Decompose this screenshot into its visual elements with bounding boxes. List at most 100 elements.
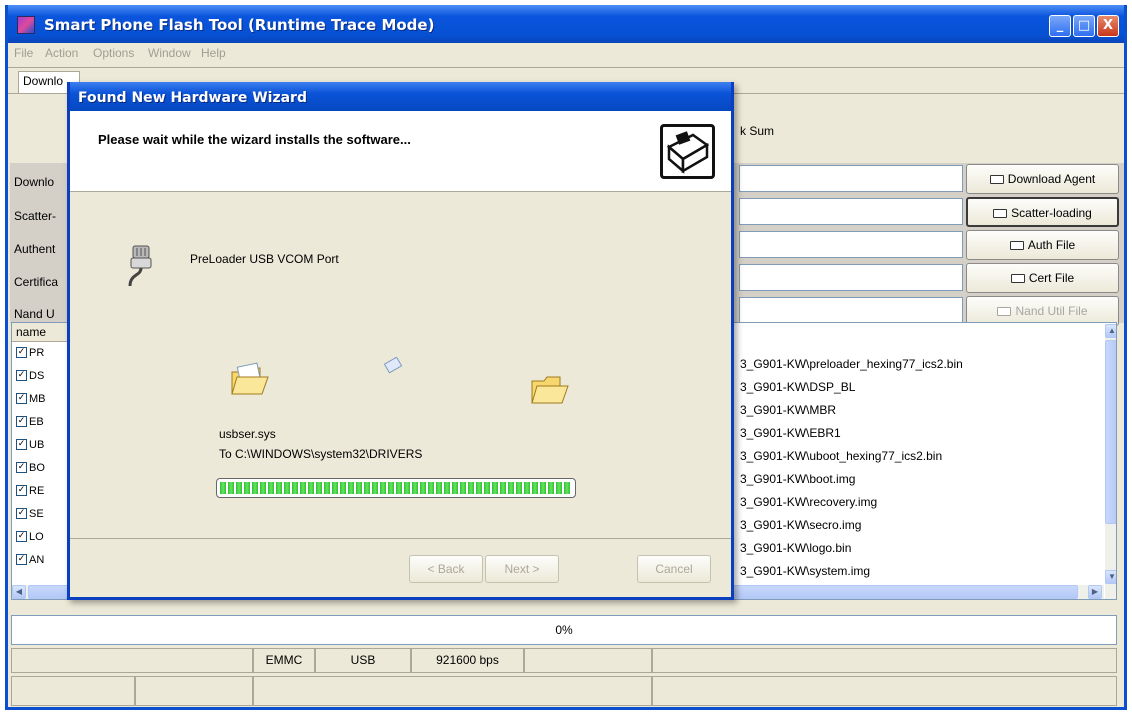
download-agent-field[interactable] xyxy=(739,165,963,192)
next-button[interactable]: Next > xyxy=(485,555,559,583)
title-bar[interactable]: Smart Phone Flash Tool (Runtime Trace Mo… xyxy=(8,5,1124,43)
file-path-row[interactable]: 3_G901-KW\DSP_BL xyxy=(740,380,855,394)
download-agent-label: Downlo xyxy=(14,175,55,189)
status-cell xyxy=(135,676,253,706)
folder-source-icon xyxy=(230,362,270,401)
scroll-thumb[interactable] xyxy=(1105,340,1116,524)
list-item[interactable]: ✓ SE xyxy=(12,508,72,526)
folder-icon xyxy=(997,307,1012,316)
back-button[interactable]: < Back xyxy=(409,555,483,583)
scatter-label: Scatter- xyxy=(14,209,57,223)
menu-action[interactable]: Action xyxy=(45,46,78,60)
status-cell xyxy=(11,648,253,673)
flying-paper-icon xyxy=(382,356,404,378)
file-path-row[interactable]: 3_G901-KW\uboot_hexing77_ics2.bin xyxy=(740,449,942,463)
checkbox[interactable]: ✓ xyxy=(16,416,27,427)
minimize-button[interactable]: _ xyxy=(1049,15,1071,37)
checkbox[interactable]: ✓ xyxy=(16,462,27,473)
app-icon xyxy=(17,16,35,34)
file-path-row[interactable]: 3_G901-KW\preloader_hexing77_ics2.bin xyxy=(740,357,963,371)
list-item[interactable]: ✓ EB xyxy=(12,416,72,434)
folder-destination-icon xyxy=(530,373,570,410)
list-item[interactable]: ✓ PR xyxy=(12,347,72,365)
file-path-row[interactable]: 3_G901-KW\boot.img xyxy=(740,472,855,486)
checkbox[interactable]: ✓ xyxy=(16,347,27,358)
dialog-header: Please wait while the wizard installs th… xyxy=(70,111,731,192)
list-item[interactable]: ✓ RE xyxy=(12,485,72,503)
checkbox[interactable]: ✓ xyxy=(16,531,27,542)
close-button[interactable]: X xyxy=(1097,15,1119,37)
checkbox[interactable]: ✓ xyxy=(16,439,27,450)
auth-file-button[interactable]: Auth File xyxy=(966,230,1119,260)
destination-path: To C:\WINDOWS\system32\DRIVERS xyxy=(219,447,423,461)
scatter-loading-button[interactable]: Scatter-loading xyxy=(966,197,1119,227)
folder-icon xyxy=(989,175,1004,184)
status-port: USB xyxy=(315,648,411,673)
cancel-button[interactable]: Cancel xyxy=(637,555,711,583)
status-cell xyxy=(524,648,652,673)
menu-options[interactable]: Options xyxy=(93,46,134,60)
status-cell xyxy=(11,676,135,706)
dialog-heading: Please wait while the wizard installs th… xyxy=(98,132,411,147)
scroll-left-icon[interactable]: ◀ xyxy=(12,585,26,599)
file-path-row[interactable]: 3_G901-KW\MBR xyxy=(740,403,836,417)
nand-util-field[interactable] xyxy=(739,297,963,324)
list-item[interactable]: ✓ LO xyxy=(12,531,72,549)
status-cell xyxy=(253,676,652,706)
folder-icon xyxy=(1009,241,1024,250)
folder-icon xyxy=(993,209,1008,218)
vertical-scrollbar[interactable]: ▲ ▼ xyxy=(1105,324,1116,599)
file-path-row[interactable]: 3_G901-KW\system.img xyxy=(740,564,870,578)
cert-file-button[interactable]: Cert File xyxy=(966,263,1119,293)
list-item[interactable]: ✓ MB xyxy=(12,393,72,411)
window-title: Smart Phone Flash Tool (Runtime Trace Mo… xyxy=(44,16,435,34)
usb-plug-icon xyxy=(126,244,156,291)
dialog-title[interactable]: Found New Hardware Wizard xyxy=(70,82,731,111)
folder-icon xyxy=(1010,274,1025,283)
checkbox[interactable]: ✓ xyxy=(16,508,27,519)
auth-label: Authent xyxy=(14,242,56,256)
status-cell xyxy=(652,676,1117,706)
status-baud: 921600 bps xyxy=(411,648,524,673)
name-column-header[interactable]: name xyxy=(12,323,72,342)
checkbox[interactable]: ✓ xyxy=(16,485,27,496)
auth-field[interactable] xyxy=(739,231,963,258)
main-progress-bar: 0% xyxy=(11,615,1117,645)
cert-field[interactable] xyxy=(739,264,963,291)
name-column: ✓ PR ✓ DS ✓ MB ✓ EB ✓ UB ✓ BO ✓ RE ✓ SE ✓ LO ✓ AN xyxy=(12,343,72,585)
checkbox[interactable]: ✓ xyxy=(16,370,27,381)
file-name: usbser.sys xyxy=(219,427,276,441)
download-agent-button[interactable]: Download Agent xyxy=(966,164,1119,194)
menu-bar: File Action Options Window Help xyxy=(8,43,1124,63)
cert-label: Certifica xyxy=(14,275,59,289)
install-progress-bar xyxy=(216,478,576,498)
scatter-field[interactable] xyxy=(739,198,963,225)
status-storage: EMMC xyxy=(253,648,315,673)
list-item[interactable]: ✓ DS xyxy=(12,370,72,388)
hardware-wizard-dialog: Found New Hardware Wizard Please wait wh… xyxy=(67,82,734,600)
file-path-row[interactable]: 3_G901-KW\logo.bin xyxy=(740,541,851,555)
list-item[interactable]: ✓ UB xyxy=(12,439,72,457)
menu-help[interactable]: Help xyxy=(201,46,226,60)
menu-window[interactable]: Window xyxy=(148,46,191,60)
file-path-row[interactable]: 3_G901-KW\secro.img xyxy=(740,518,861,532)
file-path-row[interactable]: 3_G901-KW\recovery.img xyxy=(740,495,877,509)
menu-file[interactable]: File xyxy=(14,46,33,60)
scroll-right-icon[interactable]: ▶ xyxy=(1088,585,1102,599)
device-name: PreLoader USB VCOM Port xyxy=(190,252,339,266)
scroll-down-icon[interactable]: ▼ xyxy=(1105,570,1116,584)
status-cell xyxy=(652,648,1117,673)
file-path-row[interactable]: 3_G901-KW\EBR1 xyxy=(740,426,841,440)
list-item[interactable]: ✓ AN xyxy=(12,554,72,572)
checkbox[interactable]: ✓ xyxy=(16,554,27,565)
maximize-button[interactable]: □ xyxy=(1073,15,1095,37)
install-progress-fill xyxy=(220,482,572,494)
checksum-label: k Sum xyxy=(740,124,775,138)
checkbox[interactable]: ✓ xyxy=(16,393,27,404)
list-item[interactable]: ✓ BO xyxy=(12,462,72,480)
hardware-wizard-icon xyxy=(660,124,715,179)
tab-separator xyxy=(8,67,1124,68)
dialog-divider xyxy=(70,538,731,539)
scroll-up-icon[interactable]: ▲ xyxy=(1105,324,1116,338)
nand-util-label: Nand U xyxy=(14,307,55,321)
